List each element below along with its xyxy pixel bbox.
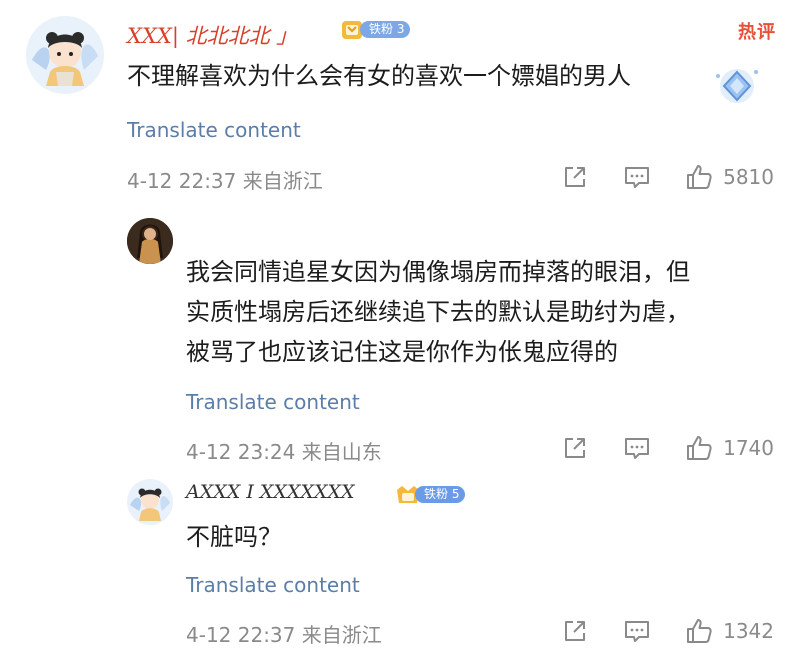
comment-text: 不脏吗？ <box>186 517 282 557</box>
fan-badge-label: 铁粉 3 <box>360 20 411 38</box>
comment-actions: 1342 <box>561 616 774 646</box>
translate-link[interactable]: Translate content <box>186 573 360 597</box>
comment-item-3: AXXX I XXXXXXX 铁粉 5 不脏吗？ Translate conte… <box>0 475 800 653</box>
like-button[interactable]: 1342 <box>685 617 774 645</box>
comment-icon[interactable] <box>623 434 651 462</box>
avatar[interactable] <box>26 16 104 94</box>
translate-link[interactable]: Translate content <box>186 390 360 414</box>
avatar[interactable] <box>127 218 173 264</box>
comment-text-line: 不理解喜欢为什么会有女的喜欢一个嫖娼的男人 <box>127 62 631 90</box>
comment-text-line: 我会同情追星女因为偶像塌房而掉落的眼泪，但 <box>186 258 690 286</box>
like-count: 1342 <box>723 619 774 643</box>
comment-item-2: 我会同情追星女因为偶像塌房而掉落的眼泪，但 实质性塌房后还继续追下去的默认是助纣… <box>0 200 800 475</box>
avatar-image-icon <box>127 479 173 525</box>
username[interactable]: XXX| 北北北北 」 <box>127 20 297 50</box>
comment-actions: 5810 <box>561 162 774 192</box>
like-button[interactable]: 5810 <box>685 163 774 191</box>
like-count: 1740 <box>723 436 774 460</box>
like-button[interactable]: 1740 <box>685 434 774 462</box>
share-icon[interactable] <box>561 617 589 645</box>
translate-link[interactable]: Translate content <box>127 118 301 142</box>
avatar-image-icon <box>127 218 173 264</box>
comment-text-line: 实质性塌房后还继续追下去的默认是助纣为虐， <box>186 298 690 326</box>
avatar-image-icon <box>26 16 104 94</box>
comment-text: 我会同情追星女因为偶像塌房而掉落的眼泪，但 实质性塌房后还继续追下去的默认是助纣… <box>186 252 690 372</box>
avatar[interactable] <box>127 479 173 525</box>
comment-item-1: XXX| 北北北北 」 铁粉 3 不理解喜欢为什么会有女的喜欢一个嫖娼的男人 T… <box>0 0 800 200</box>
comment-meta: 4-12 22:37 来自浙江 <box>127 169 323 193</box>
comment-meta: 4-12 22:37 来自浙江 <box>186 623 382 647</box>
thumbs-up-icon <box>687 436 712 460</box>
comment-icon[interactable] <box>623 617 651 645</box>
diamond-sticker-icon <box>716 69 758 103</box>
fan-badge: 铁粉 5 <box>395 483 466 505</box>
share-icon[interactable] <box>561 434 589 462</box>
fan-badge-label: 铁粉 5 <box>415 485 466 503</box>
username[interactable]: AXXX I XXXXXXX <box>186 481 355 503</box>
thumbs-up-icon <box>687 165 712 189</box>
thumbs-up-icon <box>687 619 712 643</box>
comment-text-line: 被骂了也应该记住这是你作为伥鬼应得的 <box>186 338 618 366</box>
like-count: 5810 <box>723 165 774 189</box>
comment-icon[interactable] <box>623 163 651 191</box>
comment-text-line: 不脏吗？ <box>186 523 282 551</box>
comment-text: 不理解喜欢为什么会有女的喜欢一个嫖娼的男人 <box>127 56 631 96</box>
comment-actions: 1740 <box>561 433 774 463</box>
share-icon[interactable] <box>561 163 589 191</box>
fan-badge: 铁粉 3 <box>340 18 411 40</box>
comment-meta: 4-12 23:24 来自山东 <box>186 440 382 464</box>
